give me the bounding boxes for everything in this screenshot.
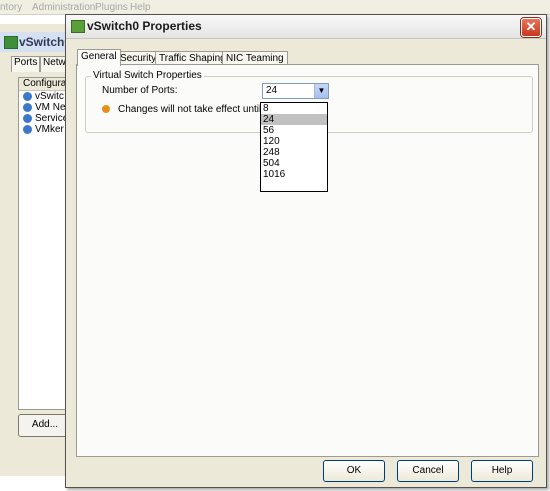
warning-icon — [102, 105, 110, 114]
list-item[interactable]: VM Ne — [19, 102, 71, 113]
ports-select[interactable]: 24 ▼ — [262, 83, 329, 99]
tab-security[interactable]: Security — [116, 51, 161, 65]
dropdown-option[interactable]: 120 — [261, 136, 327, 147]
list-header: Configurati — [19, 78, 71, 91]
tab-general[interactable]: General — [77, 49, 121, 66]
vswitch-properties-dialog: vSwitch0 Properties ✕ General Security T… — [65, 14, 547, 488]
menu-plugins[interactable]: Plugins — [95, 2, 128, 13]
list-item[interactable]: vSwitc — [19, 91, 71, 102]
vswitch-icon — [71, 20, 85, 33]
menu-inventory[interactable]: ntory — [0, 2, 22, 13]
cancel-button[interactable]: Cancel — [397, 460, 459, 482]
background-menubar: ntory Administration Plugins Help — [0, 0, 550, 15]
add-button[interactable]: Add... — [18, 414, 72, 437]
dropdown-option[interactable]: 504 — [261, 158, 327, 169]
close-button[interactable]: ✕ — [521, 18, 541, 37]
background-config-list[interactable]: Configurati vSwitc VM Ne Service VMker — [18, 77, 72, 410]
network-icon — [23, 113, 32, 123]
ports-label: Number of Ports: — [102, 85, 178, 96]
help-button[interactable]: Help — [471, 460, 533, 482]
dropdown-option[interactable]: 56 — [261, 125, 327, 136]
dropdown-option[interactable]: 8 — [261, 103, 327, 114]
network-icon — [23, 124, 32, 134]
list-item[interactable]: VMker — [19, 124, 71, 135]
ok-button[interactable]: OK — [323, 460, 385, 482]
vswitch-icon — [4, 36, 18, 49]
group-legend: Virtual Switch Properties — [91, 70, 204, 81]
dialog-footer: OK Cancel Help — [66, 457, 546, 487]
dropdown-option[interactable]: 248 — [261, 147, 327, 158]
dropdown-option[interactable]: 1016 — [261, 169, 327, 180]
dropdown-option-selected[interactable]: 24 — [261, 114, 327, 125]
background-tab-ports[interactable]: Ports — [11, 56, 41, 72]
switch-icon — [23, 91, 32, 101]
background-title-bar: vSwitch0 P — [0, 32, 82, 52]
ports-dropdown-list[interactable]: 8 24 56 120 248 504 1016 — [260, 102, 328, 192]
dialog-title: vSwitch0 Properties — [87, 19, 202, 33]
dialog-title-bar[interactable]: vSwitch0 Properties ✕ — [66, 15, 546, 39]
tab-traffic-shaping[interactable]: Traffic Shaping — [155, 51, 230, 65]
network-icon — [23, 102, 32, 112]
menu-help[interactable]: Help — [130, 2, 151, 13]
ports-select-value: 24 — [266, 85, 278, 96]
chevron-down-icon[interactable]: ▼ — [314, 84, 328, 98]
menu-administration[interactable]: Administration — [32, 2, 95, 13]
tab-nic-teaming[interactable]: NIC Teaming — [222, 51, 288, 65]
list-item[interactable]: Service — [19, 113, 71, 124]
